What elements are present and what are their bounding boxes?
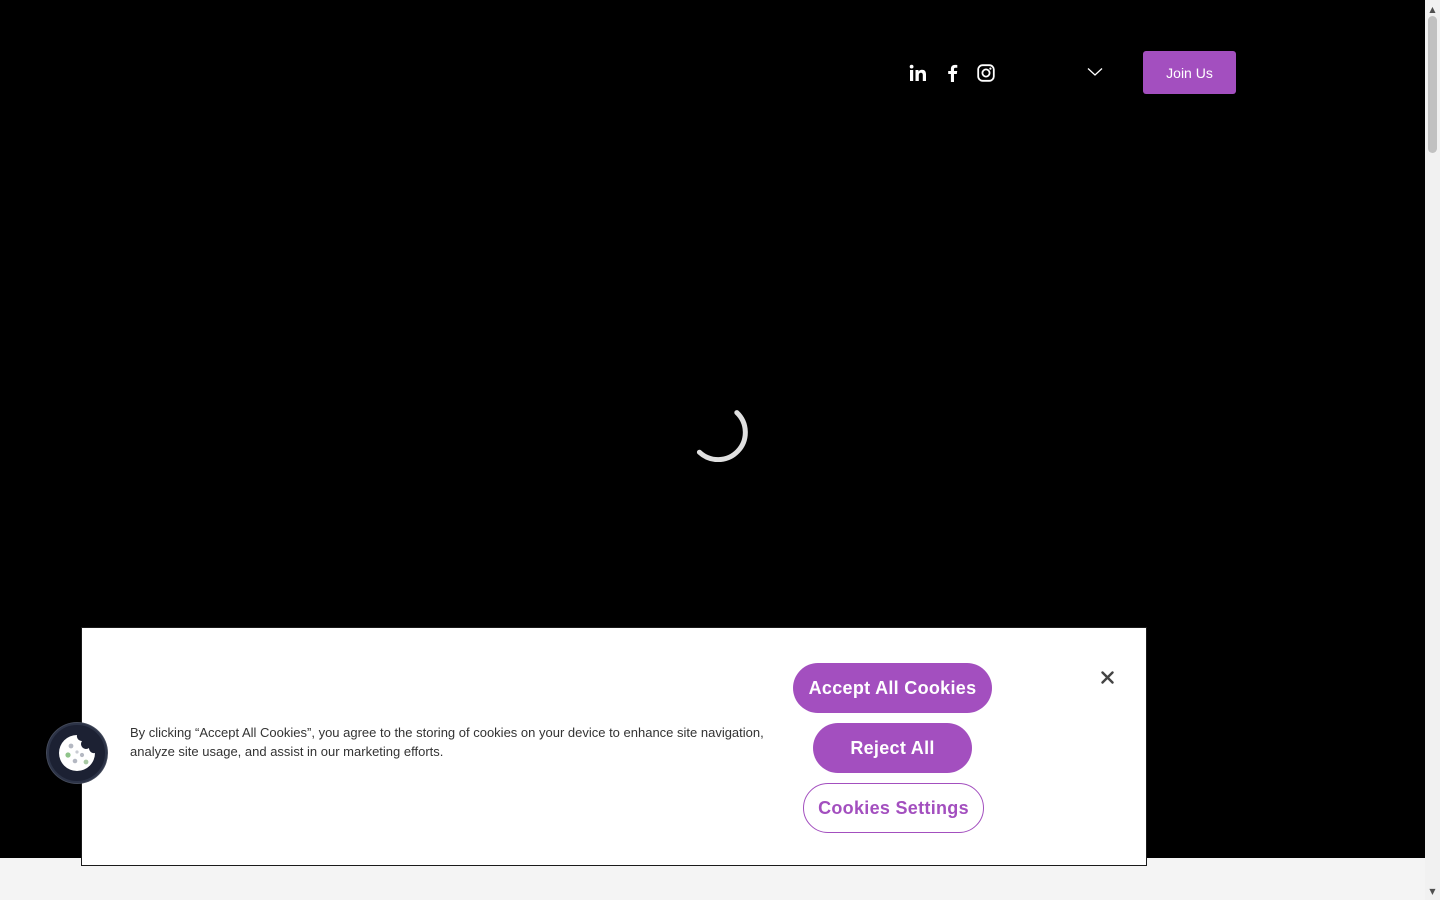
- chevron-down-icon: [1087, 68, 1103, 76]
- facebook-icon[interactable]: [942, 60, 962, 86]
- accept-all-cookies-button[interactable]: Accept All Cookies: [793, 663, 992, 713]
- reject-all-button[interactable]: Reject All: [813, 723, 972, 773]
- cookie-preferences-button[interactable]: [47, 723, 107, 783]
- instagram-icon[interactable]: [976, 60, 996, 86]
- cookie-icon: [59, 735, 95, 771]
- scrollbar[interactable]: ▲ ▼: [1425, 0, 1440, 900]
- language-dropdown[interactable]: [1082, 61, 1108, 83]
- cookie-banner: By clicking “Accept All Cookies”, you ag…: [81, 627, 1147, 866]
- loading-spinner-icon: [696, 410, 748, 462]
- join-us-button[interactable]: Join Us: [1143, 51, 1236, 94]
- social-links: [908, 60, 996, 86]
- close-icon[interactable]: [1095, 665, 1119, 689]
- scroll-down-arrow-icon[interactable]: ▼: [1425, 884, 1440, 898]
- linkedin-icon[interactable]: [908, 60, 928, 86]
- scroll-thumb[interactable]: [1428, 16, 1437, 153]
- cookies-settings-button[interactable]: Cookies Settings: [803, 783, 984, 833]
- cookie-consent-text: By clicking “Accept All Cookies”, you ag…: [130, 725, 764, 759]
- scroll-up-arrow-icon[interactable]: ▲: [1425, 2, 1440, 16]
